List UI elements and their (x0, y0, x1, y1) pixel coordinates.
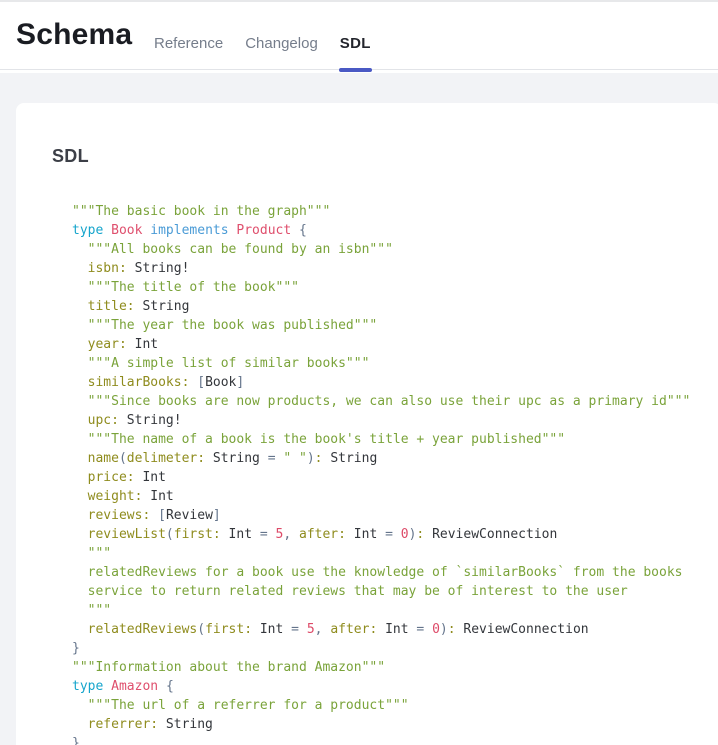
code-line: """A simple list of similar books""" (72, 354, 718, 373)
code-line: """The url of a referrer for a product""… (72, 696, 718, 715)
code-line: year: Int (72, 335, 718, 354)
code-line: """Since books are now products, we can … (72, 392, 718, 411)
code-line: isbn: String! (72, 259, 718, 278)
code-line: weight: Int (72, 487, 718, 506)
sdl-code-block: """The basic book in the graph"""type Bo… (72, 202, 718, 745)
code-line: upc: String! (72, 411, 718, 430)
code-line: relatedReviews for a book use the knowle… (72, 563, 718, 582)
code-line: """The basic book in the graph""" (72, 202, 718, 221)
code-line: relatedReviews(first: Int = 5, after: In… (72, 620, 718, 639)
code-line: """ (72, 601, 718, 620)
active-tab-underline (339, 68, 372, 72)
schema-tabs: Reference Changelog SDL (154, 35, 371, 52)
tab-sdl-label: SDL (340, 35, 371, 52)
code-line: """ (72, 544, 718, 563)
tab-reference[interactable]: Reference (154, 35, 223, 52)
sdl-card: SDL """The basic book in the graph"""typ… (16, 103, 718, 745)
page-title: Schema (16, 18, 132, 52)
code-line: reviews: [Review] (72, 506, 718, 525)
code-line: title: String (72, 297, 718, 316)
code-line: """All books can be found by an isbn""" (72, 240, 718, 259)
code-line: type Book implements Product { (72, 221, 718, 240)
code-line: """The year the book was published""" (72, 316, 718, 335)
code-line: price: Int (72, 468, 718, 487)
code-line: referrer: String (72, 715, 718, 734)
code-line: } (72, 734, 718, 745)
code-line: reviewList(first: Int = 5, after: Int = … (72, 525, 718, 544)
tab-sdl[interactable]: SDL (340, 35, 371, 52)
code-line: name(delimeter: String = " "): String (72, 449, 718, 468)
code-line: """The title of the book""" (72, 278, 718, 297)
tab-changelog[interactable]: Changelog (245, 35, 318, 52)
code-line: similarBooks: [Book] (72, 373, 718, 392)
sdl-card-heading: SDL (52, 146, 718, 167)
content-area: SDL """The basic book in the graph"""typ… (0, 73, 718, 745)
code-line: } (72, 639, 718, 658)
code-line: service to return related reviews that m… (72, 582, 718, 601)
code-line: type Amazon { (72, 677, 718, 696)
schema-page: Schema Reference Changelog SDL SDL """Th… (0, 0, 718, 745)
code-line: """The name of a book is the book's titl… (72, 430, 718, 449)
page-header: Schema Reference Changelog SDL (0, 0, 718, 70)
code-line: """Information about the brand Amazon""" (72, 658, 718, 677)
